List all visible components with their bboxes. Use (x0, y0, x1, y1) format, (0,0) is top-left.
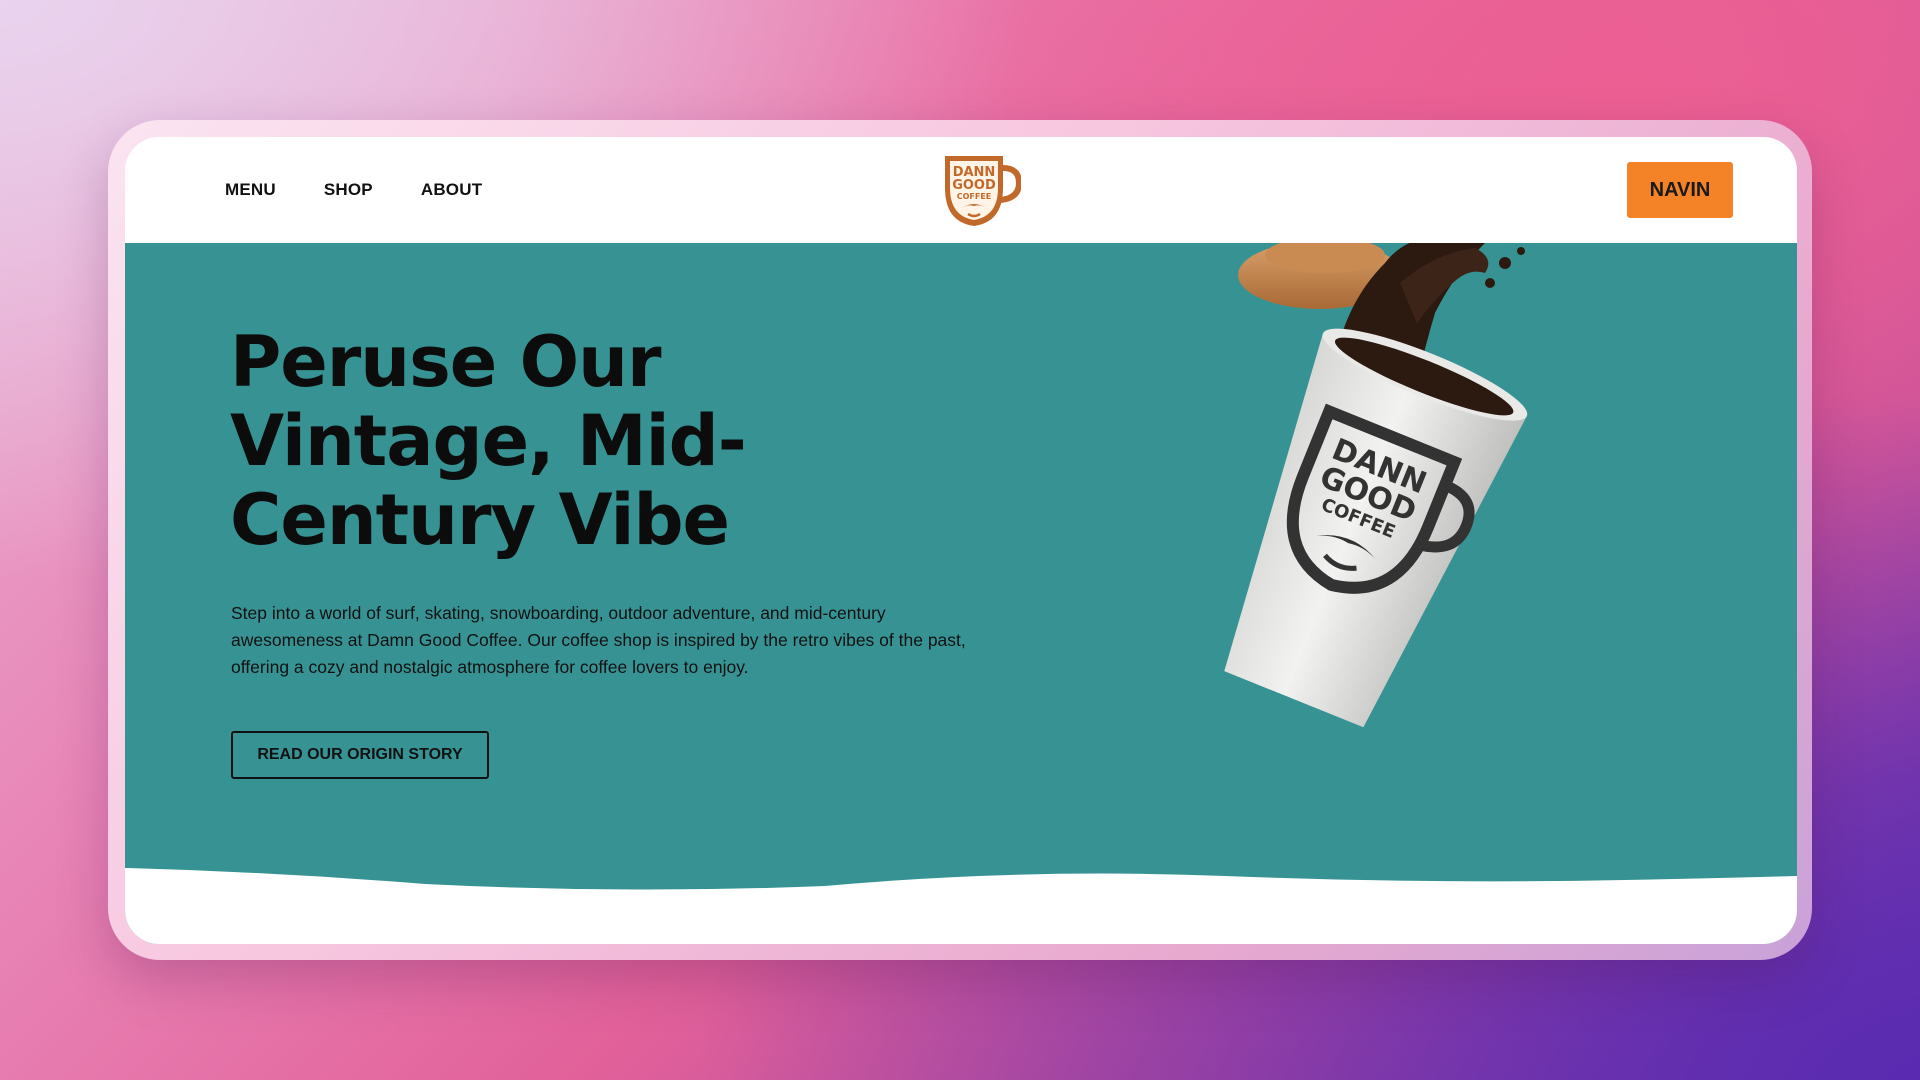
coffee-mug-logo[interactable]: DANN GOOD COFFEE (941, 152, 1021, 230)
hero-wave-divider (125, 868, 1797, 944)
nav-link-menu[interactable]: MENU (225, 180, 276, 200)
website-window: MENU SHOP ABOUT DANN GOOD COFFEE NAVIN P… (125, 137, 1797, 944)
coffee-cup-splash-illustration: DANN GOOD COFFEE (1224, 243, 1528, 728)
read-origin-story-button[interactable]: READ OUR ORIGIN STORY (231, 731, 489, 779)
hero-section: Peruse Our Vintage, Mid- Century Vibe St… (125, 243, 1797, 944)
headline-line-3: Century Vibe (230, 479, 730, 561)
nav-links: MENU SHOP ABOUT (225, 137, 482, 243)
hero-headline: Peruse Our Vintage, Mid- Century Vibe (230, 323, 850, 560)
nav-link-about[interactable]: ABOUT (421, 180, 482, 200)
logo-word-3: COFFEE (957, 192, 992, 201)
navbar: MENU SHOP ABOUT DANN GOOD COFFEE NAVIN (125, 137, 1797, 243)
headline-line-1: Peruse Our (230, 321, 662, 403)
logo-word-2: GOOD (952, 178, 996, 193)
navin-button[interactable]: NAVIN (1627, 162, 1733, 218)
headline-line-2: Vintage, Mid- (230, 400, 747, 482)
nav-link-shop[interactable]: SHOP (324, 180, 373, 200)
hero-description: Step into a world of surf, skating, snow… (231, 603, 966, 677)
